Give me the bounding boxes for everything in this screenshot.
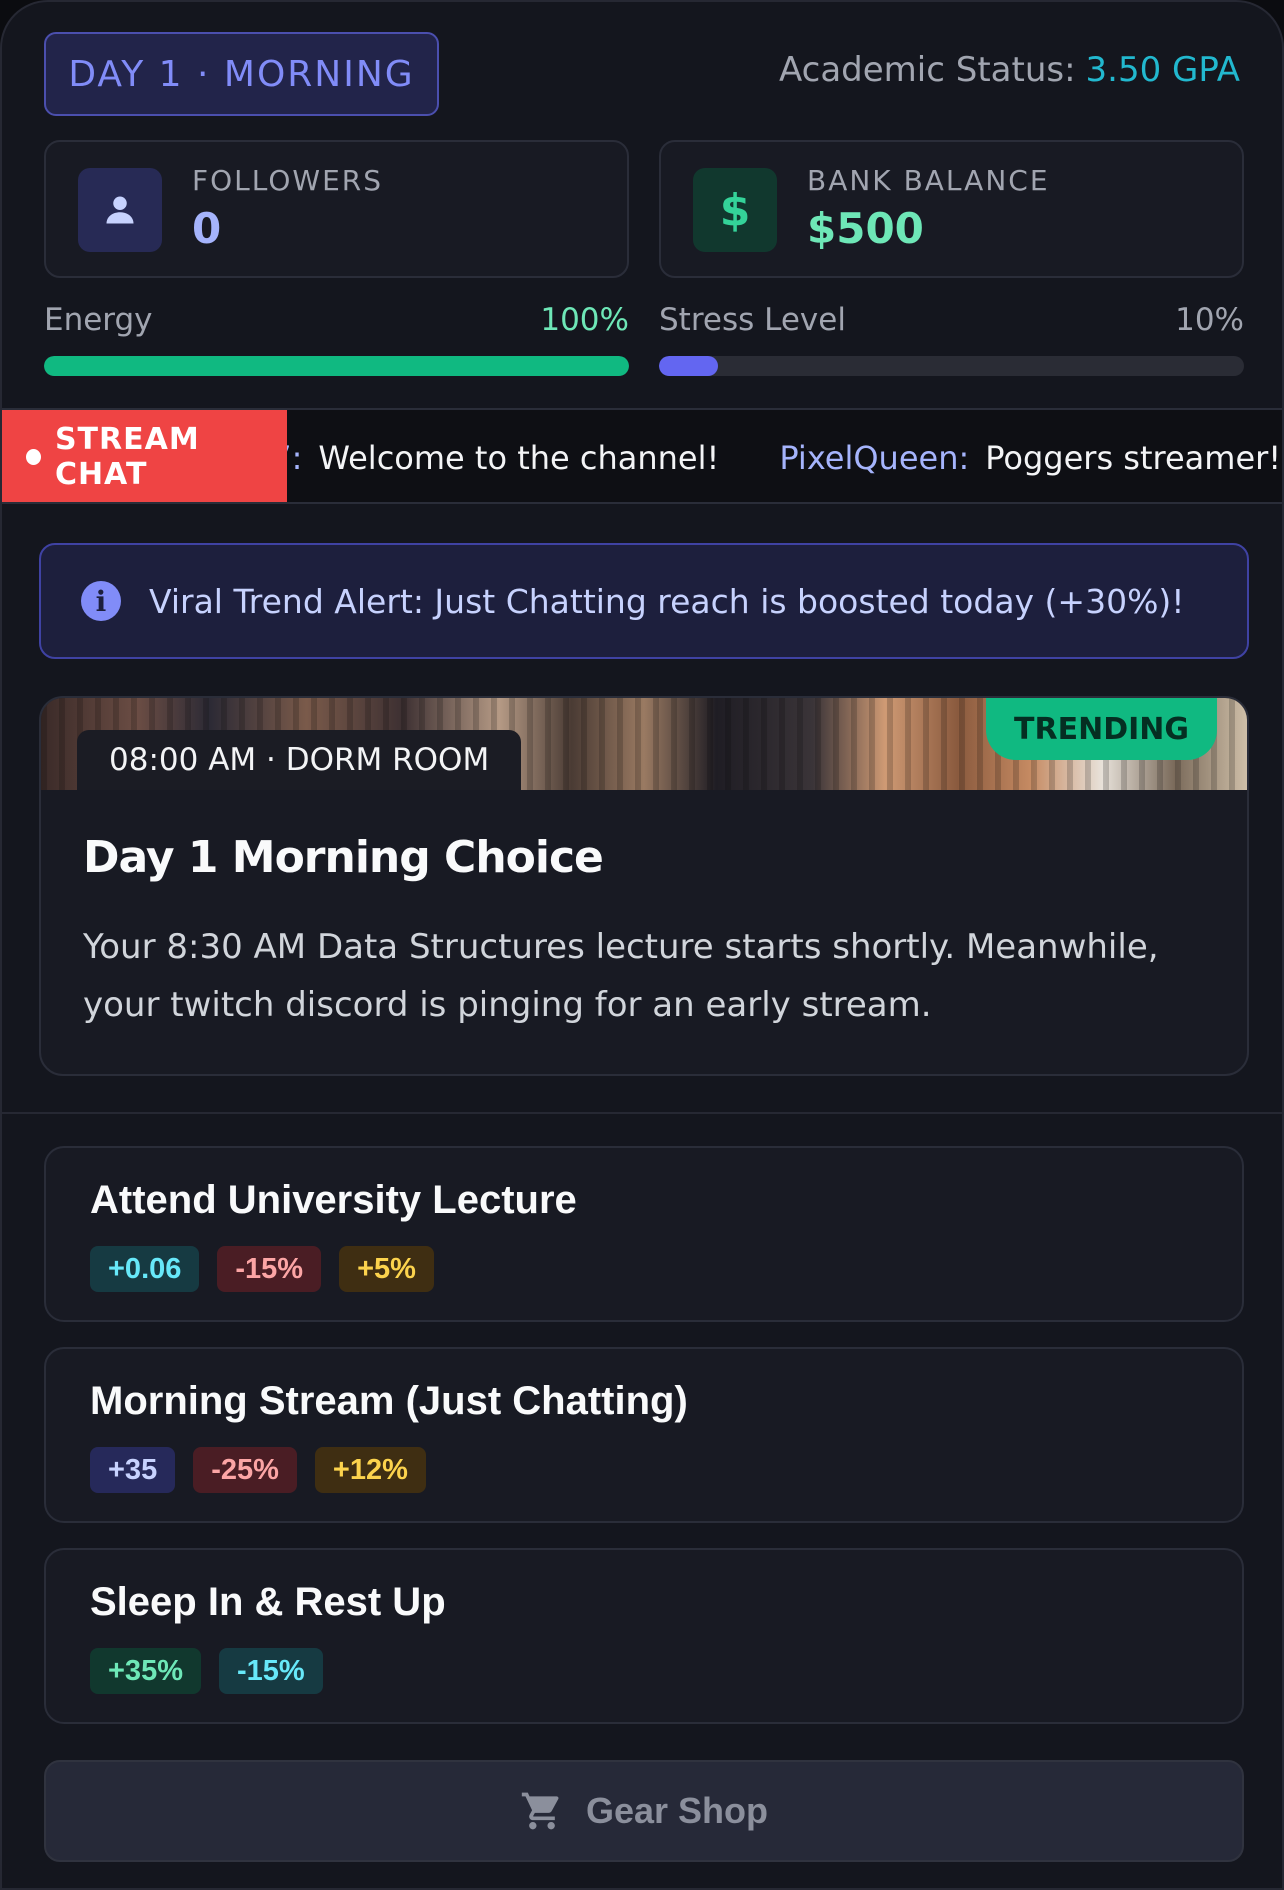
followers-card: FOLLOWERS 0 <box>44 140 629 278</box>
energy-label: Energy <box>44 302 153 338</box>
chat-messages: er77:Welcome to the channel! PixelQueen:… <box>218 410 1282 502</box>
viral-trend-alert: i Viral Trend Alert: Just Chatting reach… <box>39 543 1249 659</box>
effect-tag: +35% <box>90 1648 201 1694</box>
choice-morning-stream[interactable]: Morning Stream (Just Chatting) +35 -25% … <box>44 1347 1244 1523</box>
choice-effects: +35 -25% +12% <box>90 1447 426 1493</box>
choice-sleep-in[interactable]: Sleep In & Rest Up +35% -15% <box>44 1548 1244 1724</box>
effect-tag: +35 <box>90 1447 176 1493</box>
effect-tag: -25% <box>193 1447 297 1493</box>
followers-label: FOLLOWERS <box>192 164 383 197</box>
energy-meter: Energy 100% <box>44 302 629 376</box>
bank-balance-value: $500 <box>807 204 924 253</box>
bank-balance-label: BANK BALANCE <box>807 164 1050 197</box>
chat-text: Poggers streamer! <box>985 439 1282 477</box>
effect-tag: -15% <box>218 1648 323 1694</box>
effect-tag: +12% <box>314 1447 426 1493</box>
day-badge: DAY 1 · MORNING <box>44 32 439 116</box>
effect-tag: +5% <box>339 1246 434 1292</box>
energy-track <box>44 356 629 376</box>
scene-description: Your 8:30 AM Data Structures lecture sta… <box>83 927 1159 1025</box>
followers-value: 0 <box>192 204 222 253</box>
choice-title: Attend University Lecture <box>90 1178 577 1222</box>
cart-icon <box>521 1792 559 1830</box>
stress-percent: 10% <box>1175 302 1244 338</box>
trending-badge: TRENDING <box>986 698 1217 760</box>
section-divider <box>2 1112 1282 1114</box>
gear-shop-label: Gear Shop <box>585 1790 769 1831</box>
stress-fill <box>659 356 718 376</box>
stream-chat-ticker: er77:Welcome to the channel! PixelQueen:… <box>2 408 1282 504</box>
effect-tag: -15% <box>217 1246 322 1292</box>
gear-shop-button[interactable]: Gear Shop <box>44 1760 1244 1862</box>
stress-track <box>659 356 1244 376</box>
choice-title: Morning Stream (Just Chatting) <box>90 1379 688 1423</box>
choice-title: Sleep In & Rest Up <box>90 1580 446 1624</box>
dollar-icon: $ <box>693 168 777 252</box>
choice-effects: +0.06 -15% +5% <box>90 1246 434 1292</box>
academic-status-label: Academic Status: <box>778 50 1076 90</box>
info-icon: i <box>81 581 121 621</box>
scene-card: 08:00 AM · DORM ROOM TRENDING Day 1 Morn… <box>39 696 1249 1076</box>
energy-percent: 100% <box>540 302 629 338</box>
bank-balance-card: $ BANK BALANCE $500 <box>659 140 1244 278</box>
chat-message: PixelQueen: Poggers streamer! <box>779 439 1281 477</box>
chat-username: PixelQueen: <box>779 439 970 477</box>
choice-attend-lecture[interactable]: Attend University Lecture +0.06 -15% +5% <box>44 1146 1244 1322</box>
gpa-value: 3.50 GPA <box>1085 50 1240 90</box>
energy-fill <box>44 356 629 376</box>
live-dot-icon <box>26 449 41 465</box>
effect-tag: +0.06 <box>90 1246 200 1292</box>
stress-label: Stress Level <box>659 302 846 338</box>
stream-chat-tag: STREAM CHAT <box>2 410 287 502</box>
scene-time-location: 08:00 AM · DORM ROOM <box>77 730 522 790</box>
chat-text: Welcome to the channel! <box>318 439 720 477</box>
stream-chat-label: STREAM CHAT <box>54 422 200 492</box>
scene-title: Day 1 Morning Choice <box>83 832 604 883</box>
stress-meter: Stress Level 10% <box>659 302 1244 376</box>
game-screen: DAY 1 · MORNING Academic Status: 3.50 GPA… <box>0 0 1284 1890</box>
user-icon <box>78 168 162 252</box>
chat-message: er77:Welcome to the channel! <box>218 439 719 477</box>
alert-text: Viral Trend Alert: Just Chatting reach i… <box>149 581 1185 621</box>
academic-status: Academic Status: 3.50 GPA <box>779 50 1240 90</box>
choice-effects: +35% -15% <box>90 1648 323 1694</box>
